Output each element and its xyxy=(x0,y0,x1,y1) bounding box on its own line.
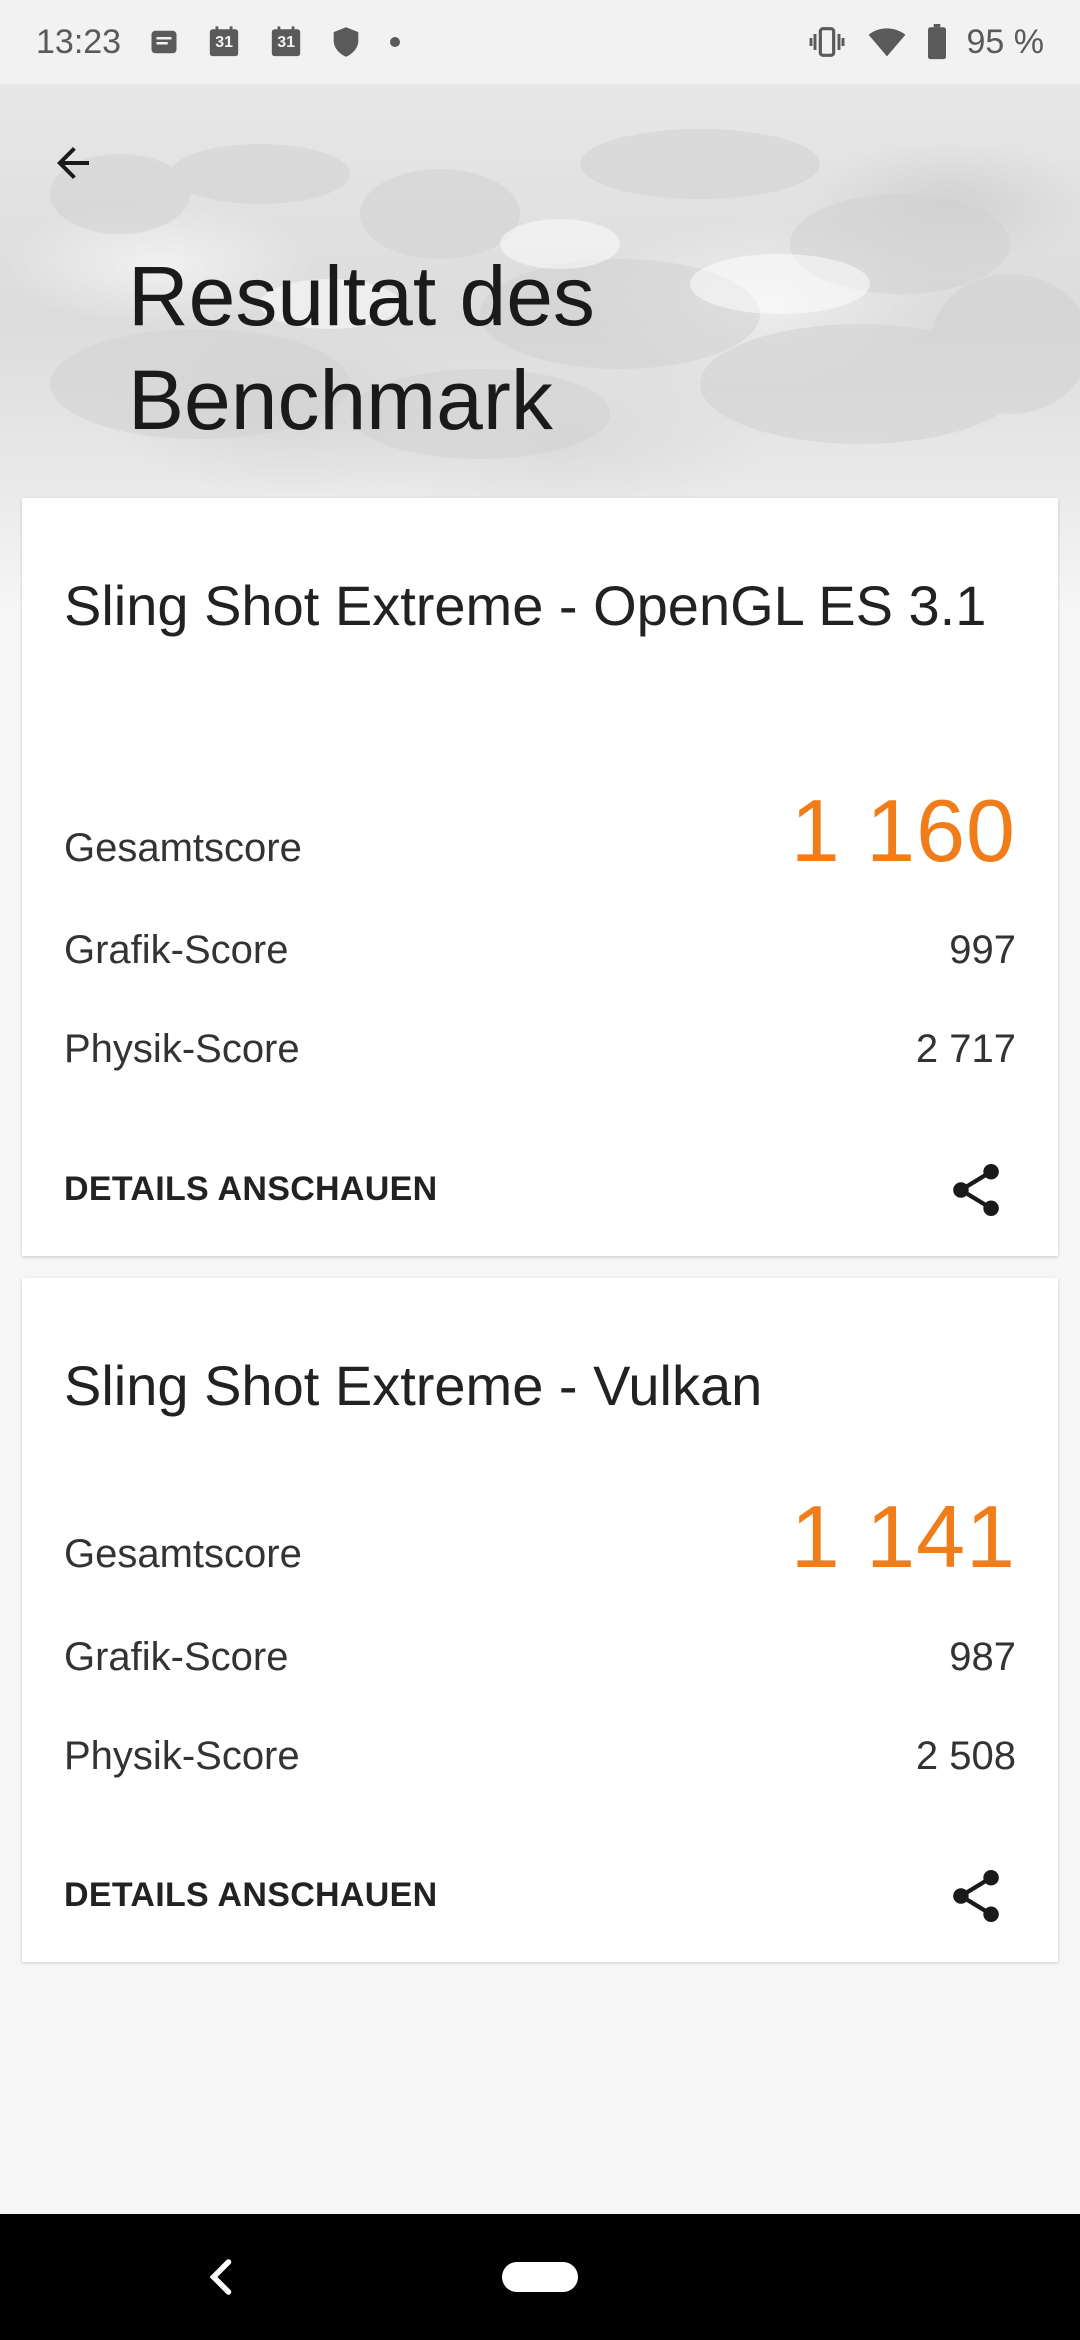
total-score-label: Gesamtscore xyxy=(64,1532,302,1576)
calendar-day: 31 xyxy=(215,34,233,51)
battery-percent: 95 % xyxy=(966,22,1045,61)
wifi-icon xyxy=(867,26,907,58)
calendar-icon: 31 xyxy=(207,25,241,59)
back-button[interactable] xyxy=(40,130,106,196)
nav-home-pill[interactable] xyxy=(502,2262,578,2292)
details-button[interactable]: DETAILS ANSCHAUEN xyxy=(64,1876,437,1915)
system-navigation-bar xyxy=(0,2214,1080,2340)
chevron-left-icon xyxy=(209,2259,232,2295)
page-title: Resultat des Benchmark xyxy=(128,249,595,447)
calendar-icon: 31 xyxy=(269,25,303,59)
test-name: Sling Shot Extreme - Vulkan xyxy=(64,1354,763,1417)
clock: 13:23 xyxy=(36,22,122,61)
vibrate-icon xyxy=(807,25,847,59)
result-card-vulkan: Sling Shot Extreme - Vulkan Gesamtscore … xyxy=(22,1278,1058,1962)
graphics-score-row: Grafik-Score 997 xyxy=(64,928,1016,973)
share-button[interactable] xyxy=(944,1158,1008,1222)
message-icon xyxy=(149,27,179,57)
physics-score-value: 2 508 xyxy=(915,1734,1016,1778)
total-score-label: Gesamtscore xyxy=(64,826,302,870)
graphics-score-label: Grafik-Score xyxy=(64,1635,289,1679)
graphics-score-row: Grafik-Score 987 xyxy=(64,1635,1016,1680)
graphics-score-value: 987 xyxy=(949,1635,1016,1679)
physics-score-row: Physik-Score 2 508 xyxy=(64,1734,1016,1779)
shield-icon xyxy=(331,26,361,58)
physics-score-value: 2 717 xyxy=(915,1027,1016,1071)
physics-score-row: Physik-Score 2 717 xyxy=(64,1027,1016,1072)
test-name: Sling Shot Extreme - OpenGL ES 3.1 xyxy=(64,574,987,637)
status-bar: 13:23 31 31 95 % xyxy=(0,0,1080,84)
arrow-left-icon xyxy=(57,147,89,179)
graphics-score-value: 997 xyxy=(949,928,1016,972)
share-button[interactable] xyxy=(944,1864,1008,1928)
dot-icon xyxy=(389,36,401,48)
total-score-row: Gesamtscore 1 160 xyxy=(64,780,1016,882)
graphics-score-label: Grafik-Score xyxy=(64,928,289,972)
share-icon xyxy=(953,1163,999,1217)
result-card-opengl: Sling Shot Extreme - OpenGL ES 3.1 Gesam… xyxy=(22,498,1058,1256)
nav-back-button[interactable] xyxy=(196,2252,246,2302)
total-score-value: 1 141 xyxy=(790,1487,1016,1586)
details-button[interactable]: DETAILS ANSCHAUEN xyxy=(64,1170,437,1209)
total-score-value: 1 160 xyxy=(790,781,1016,880)
total-score-row: Gesamtscore 1 141 xyxy=(64,1486,1016,1588)
calendar-day: 31 xyxy=(277,34,295,51)
share-icon xyxy=(953,1869,999,1923)
physics-score-label: Physik-Score xyxy=(64,1027,300,1071)
battery-icon xyxy=(927,24,947,60)
physics-score-label: Physik-Score xyxy=(64,1734,300,1778)
